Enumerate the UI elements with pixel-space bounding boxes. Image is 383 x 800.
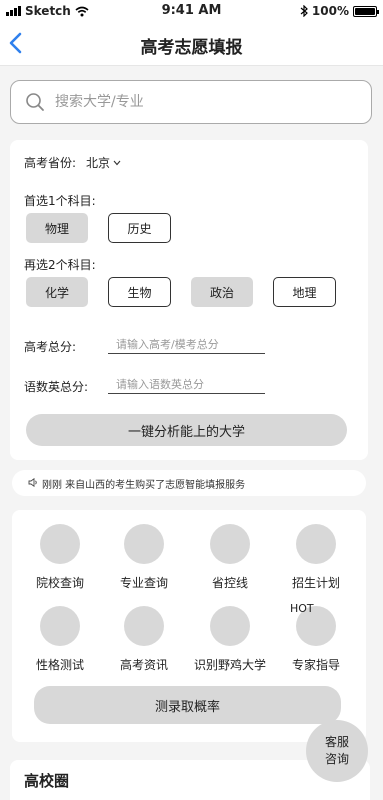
first-subject-label: 首选1个科目:: [24, 194, 96, 208]
subject-chip-physics[interactable]: 物理: [26, 213, 88, 243]
province-dropdown[interactable]: 北京: [86, 154, 121, 171]
tool-icon: [296, 524, 336, 564]
purchase-ticker: 刚刚 来自山西的考生购买了志愿智能填报服务: [12, 470, 366, 496]
tool-exam-news[interactable]: 高考资讯: [104, 606, 184, 673]
customer-service-button[interactable]: 客服 咨询: [306, 720, 368, 782]
speaker-icon: [28, 478, 37, 487]
tool-expert-guidance[interactable]: 专家指导: [276, 606, 356, 673]
tool-label: 高考资讯: [119, 658, 168, 672]
tool-major-search[interactable]: 专业查询: [104, 524, 184, 591]
tool-icon: [210, 606, 250, 646]
customer-service-line2: 咨询: [324, 752, 349, 766]
total-score-input[interactable]: [108, 336, 265, 354]
subject-chip-history[interactable]: 历史: [108, 213, 171, 243]
province-label: 高考省份:: [24, 156, 77, 170]
battery-percent: 100%: [311, 4, 349, 18]
tool-college-search[interactable]: 院校查询: [20, 524, 100, 591]
battery-icon: [353, 5, 379, 17]
core-score-input[interactable]: [108, 376, 265, 394]
subject-chip-geography[interactable]: 地理: [273, 277, 336, 307]
second-subject-label: 再选2个科目:: [24, 258, 96, 272]
tool-icon: [124, 606, 164, 646]
tool-label: 识别野鸡大学: [193, 658, 266, 672]
analyze-button[interactable]: 一键分析能上的大学: [26, 414, 347, 446]
score-form-card: 高考省份: 北京 首选1个科目: 物理 历史 再选2个科目: 化学 生物 政治 …: [10, 140, 368, 460]
tool-label: 专家指导: [291, 658, 340, 672]
tool-label: 院校查询: [35, 576, 84, 590]
status-right: 100%: [300, 4, 379, 18]
tool-icon: [40, 606, 80, 646]
campus-circle-title: 高校圈: [24, 772, 70, 790]
tool-label: 招生计划: [291, 576, 340, 590]
subject-chip-politics[interactable]: 政治: [191, 277, 253, 307]
tool-label: 性格测试: [35, 658, 84, 672]
probability-button[interactable]: 测录取概率: [34, 686, 341, 724]
chevron-down-icon: [113, 160, 121, 165]
subject-chip-biology[interactable]: 生物: [108, 277, 171, 307]
subject-chip-chemistry[interactable]: 化学: [26, 277, 88, 307]
search-bar[interactable]: [10, 80, 372, 124]
tool-icon: [210, 524, 250, 564]
tool-label: 省控线: [211, 576, 248, 590]
tool-icon: [40, 524, 80, 564]
tool-province-cutoff[interactable]: 省控线: [190, 524, 270, 591]
core-score-label: 语数英总分:: [24, 380, 89, 394]
province-value: 北京: [86, 156, 111, 170]
ticker-text: 刚刚 来自山西的考生购买了志愿智能填报服务: [42, 480, 246, 491]
nav-bar: 高考志愿填报: [0, 22, 383, 66]
search-icon: [26, 93, 44, 111]
tool-fake-university[interactable]: 识别野鸡大学: [190, 606, 270, 673]
tool-icon: [124, 524, 164, 564]
search-input[interactable]: [55, 91, 345, 113]
page-title: 高考志愿填报: [140, 38, 243, 58]
status-bar: Sketch 9:41 AM 100%: [0, 0, 383, 22]
customer-service-line1: 客服: [324, 735, 349, 749]
tool-enrollment-plan[interactable]: 招生计划: [276, 524, 356, 591]
tool-label: 专业查询: [119, 576, 168, 590]
total-score-label: 高考总分:: [24, 340, 77, 354]
hot-badge: HOT: [290, 602, 314, 615]
bluetooth-icon: [300, 5, 308, 17]
battery-fill: [355, 7, 375, 15]
tool-personality-test[interactable]: 性格测试: [20, 606, 100, 673]
tools-card: 院校查询 专业查询 省控线 招生计划 性格测试 高考资讯 识别野鸡大学 专家指导…: [12, 510, 366, 742]
